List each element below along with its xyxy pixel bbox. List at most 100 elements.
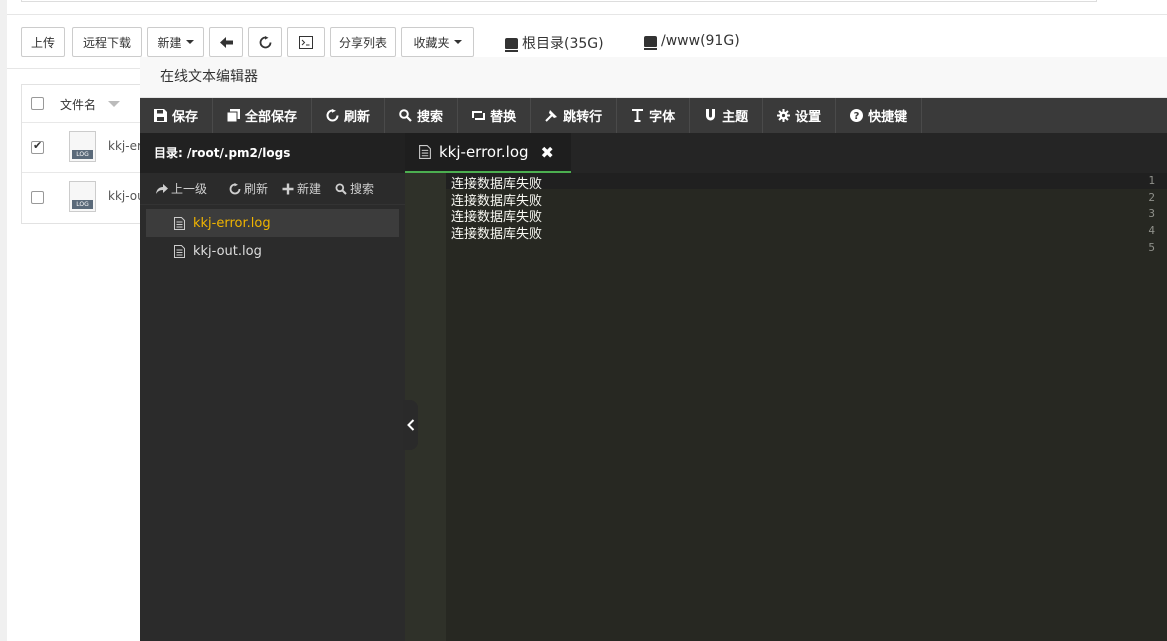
disk-root-label: 根目录(35G) [522, 36, 604, 52]
line-number: 4 [1148, 224, 1155, 237]
plus-icon [282, 183, 294, 194]
line-number: 3 [1148, 207, 1155, 220]
top-strip [21, 0, 1097, 2]
editor-tab-bar: kkj-error.log ✖ [405, 133, 1167, 173]
disk-root[interactable]: 根目录(35G) [505, 33, 604, 53]
directory-value: /root/.pm2/logs [187, 146, 291, 160]
share-list-button[interactable]: 分享列表 [330, 27, 396, 57]
new-label: 新建 [157, 35, 182, 50]
remote-download-button[interactable]: 远程下载 [72, 27, 142, 57]
replace-button[interactable]: 替换 [458, 98, 532, 133]
save-all-label: 全部保存 [245, 110, 298, 125]
search-icon [335, 183, 347, 195]
sidebar-new-label: 新建 [297, 182, 322, 196]
line-number: 2 [1148, 191, 1155, 204]
search-button[interactable]: 搜索 [385, 98, 459, 133]
refresh-icon [326, 109, 339, 122]
settings-label: 设置 [795, 110, 822, 125]
sort-icon[interactable] [108, 101, 120, 107]
editor-title: 在线文本编辑器 [140, 57, 1167, 98]
font-icon [632, 109, 644, 122]
row-checkbox[interactable] [31, 139, 44, 154]
parent-dir-button[interactable]: 上一级 [140, 180, 213, 197]
favorites-button[interactable]: 收藏夹 [401, 27, 474, 57]
terminal-icon [299, 35, 313, 49]
terminal-button[interactable] [287, 27, 325, 57]
file-item-label: kkj-error.log [193, 215, 271, 231]
new-dropdown-button[interactable]: 新建 [147, 27, 204, 57]
file-sidebar: 目录: /root/.pm2/logs 上一级 刷新 新建 搜索 kkj-err… [140, 133, 405, 641]
file-tag: LOG [72, 150, 93, 159]
save-label: 保存 [172, 110, 199, 125]
document-icon [174, 244, 185, 258]
sidebar-search-button[interactable]: 搜索 [327, 180, 380, 197]
refresh-label: 刷新 [344, 110, 371, 125]
refresh-button[interactable] [248, 27, 282, 57]
select-all-checkbox[interactable] [31, 97, 44, 110]
search-icon [399, 109, 412, 122]
share-list-label: 分享列表 [338, 35, 387, 50]
directory-label: 目录: [154, 146, 183, 160]
tab-kkj-error[interactable]: kkj-error.log ✖ [405, 133, 571, 173]
refresh-icon [229, 182, 241, 194]
search-label: 搜索 [417, 110, 444, 125]
save-button[interactable]: 保存 [140, 98, 214, 133]
code-editor[interactable]: 1 2 3 4 5 连接数据库失败 连接数据库失败 连接数据库失败 连接数据库失… [405, 173, 1167, 641]
font-button[interactable]: 字体 [617, 98, 691, 133]
document-icon [419, 145, 431, 159]
text-editor-modal: 在线文本编辑器 保存 全部保存 刷新 搜索 替换 跳转行 字体 主题 设置 ? … [140, 57, 1167, 641]
caret-down-icon [453, 40, 462, 44]
replace-icon [472, 111, 486, 120]
back-button[interactable] [209, 27, 243, 57]
sidebar-refresh-button[interactable]: 刷新 [213, 180, 274, 197]
line-number: 1 [1148, 174, 1155, 187]
sidebar-search-label: 搜索 [350, 182, 375, 196]
save-icon [154, 109, 167, 122]
svg-text:?: ? [854, 111, 860, 122]
log-file-icon: LOG [69, 181, 96, 212]
sidebar-new-button[interactable]: 新建 [274, 180, 327, 197]
replace-label: 替换 [490, 110, 517, 125]
remote-download-label: 远程下载 [82, 35, 131, 50]
row-checkbox[interactable] [31, 191, 44, 204]
disk-www-label: /www(91G) [661, 33, 740, 49]
goto-line-button[interactable]: 跳转行 [531, 98, 618, 133]
save-all-icon [227, 109, 241, 122]
column-header-name[interactable]: 文件名 [60, 96, 96, 113]
chevron-left-icon [406, 419, 414, 431]
share-arrow-icon [156, 183, 168, 194]
shortcuts-button[interactable]: ? 快捷键 [836, 98, 923, 133]
log-file-icon: LOG [69, 131, 96, 162]
tab-label: kkj-error.log [439, 143, 529, 161]
disk-www[interactable]: /www(91G) [644, 33, 740, 50]
divider [7, 14, 1167, 15]
file-item-label: kkj-out.log [193, 243, 262, 259]
code-line: 连接数据库失败 [451, 227, 543, 242]
document-icon [174, 216, 185, 230]
collapse-sidebar-button[interactable] [403, 400, 418, 450]
refresh-icon [259, 35, 271, 48]
file-item-kkj-out[interactable]: kkj-out.log [140, 237, 405, 265]
upload-button[interactable]: 上传 [21, 27, 65, 57]
file-tag: LOG [72, 200, 93, 209]
save-all-button[interactable]: 全部保存 [213, 98, 313, 133]
upload-label: 上传 [30, 35, 55, 50]
goto-line-label: 跳转行 [563, 110, 603, 125]
directory-path: 目录: /root/.pm2/logs [140, 133, 405, 173]
settings-button[interactable]: 设置 [763, 98, 837, 133]
close-icon[interactable]: ✖ [541, 143, 554, 162]
theme-icon [706, 109, 716, 121]
file-item-kkj-error[interactable]: kkj-error.log [146, 209, 399, 237]
parent-dir-label: 上一级 [171, 182, 208, 196]
font-label: 字体 [649, 110, 676, 125]
gear-icon [777, 109, 791, 122]
help-icon: ? [850, 109, 864, 122]
caret-down-icon [185, 40, 194, 44]
editor-toolbar: 保存 全部保存 刷新 搜索 替换 跳转行 字体 主题 设置 ? 快捷键 [140, 98, 1167, 133]
refresh-button[interactable]: 刷新 [312, 98, 386, 133]
sidebar-refresh-label: 刷新 [244, 182, 269, 196]
sidebar-actions: 上一级 刷新 新建 搜索 [140, 173, 405, 205]
disk-icon [644, 35, 657, 50]
theme-button[interactable]: 主题 [690, 98, 764, 133]
line-number: 5 [1148, 241, 1155, 254]
